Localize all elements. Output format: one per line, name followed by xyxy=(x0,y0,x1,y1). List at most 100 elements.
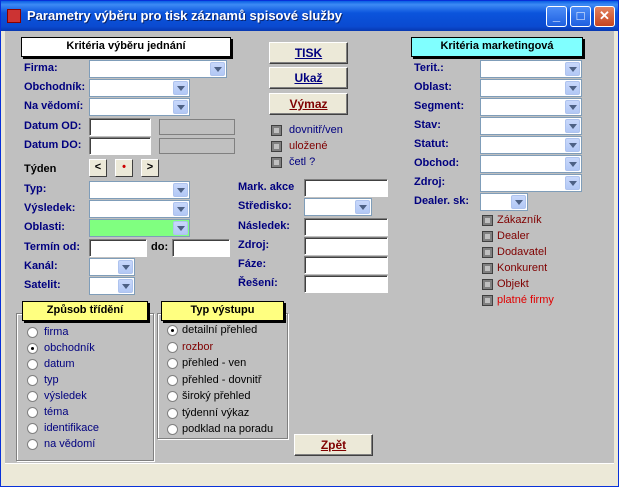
chevron-down-icon[interactable] xyxy=(118,279,133,293)
stredisko-combo[interactable] xyxy=(304,198,372,216)
zpet-button[interactable]: Zpět xyxy=(294,434,373,456)
marketing-checkbox[interactable] xyxy=(482,215,493,226)
marketing-combo[interactable] xyxy=(480,193,528,211)
maximize-button[interactable]: □ xyxy=(570,6,591,27)
obchodnik-label: Obchodník: xyxy=(24,81,86,93)
output-radio[interactable] xyxy=(167,358,178,369)
faze-label: Fáze: xyxy=(238,258,267,270)
marketing-combo[interactable] xyxy=(480,98,582,116)
chevron-down-icon[interactable] xyxy=(173,100,188,114)
close-button[interactable]: ✕ xyxy=(594,6,615,27)
sort-option-label: datum xyxy=(44,358,75,370)
datum-do-input[interactable] xyxy=(89,137,151,155)
output-radio[interactable] xyxy=(167,391,178,402)
zdroj-input[interactable] xyxy=(304,237,388,255)
oblasti-combo[interactable] xyxy=(89,219,190,237)
middle-checkbox-label: dovnitř/ven xyxy=(289,124,343,136)
tyden-label: Týden xyxy=(24,163,57,175)
chevron-down-icon[interactable] xyxy=(118,260,133,274)
chevron-down-icon[interactable] xyxy=(511,195,526,209)
marketing-combo[interactable] xyxy=(480,174,582,192)
vysledek-combo[interactable] xyxy=(89,200,190,218)
datum-od-display xyxy=(159,119,235,135)
sort-radio[interactable] xyxy=(27,343,38,354)
marketing-checkbox[interactable] xyxy=(482,295,493,306)
output-radio[interactable] xyxy=(167,374,178,386)
chevron-down-icon[interactable] xyxy=(565,138,580,152)
chevron-down-icon[interactable] xyxy=(565,100,580,114)
marketing-combo[interactable] xyxy=(480,136,582,154)
marketing-checkbox[interactable] xyxy=(482,231,493,242)
na-vedomi-label: Na vědomí: xyxy=(24,100,84,112)
output-radio[interactable] xyxy=(167,424,178,435)
termin-do-input[interactable] xyxy=(172,239,230,257)
output-radio[interactable] xyxy=(167,325,178,336)
chevron-down-icon[interactable] xyxy=(565,157,580,171)
marketing-checkbox-label: Konkurent xyxy=(497,262,548,274)
termin-od-input[interactable] xyxy=(89,239,147,257)
chevron-down-icon[interactable] xyxy=(565,62,580,76)
form-area: Kritéria výběru jednání Firma: Obchodník… xyxy=(5,31,614,483)
reseni-input[interactable] xyxy=(304,275,388,293)
marketing-checkbox-label: Objekt xyxy=(497,278,529,290)
typ-label: Typ: xyxy=(24,183,47,195)
na-vedomi-combo[interactable] xyxy=(89,98,190,116)
obchodnik-combo[interactable] xyxy=(89,79,190,97)
current-week-button[interactable]: • xyxy=(115,159,133,177)
sort-option-label: na vědomí xyxy=(44,438,96,450)
firma-label: Firma: xyxy=(24,62,58,74)
output-header: Typ výstupu xyxy=(161,301,284,321)
output-option-label: široký přehled xyxy=(182,390,251,402)
datum-od-input[interactable] xyxy=(89,118,151,136)
marketing-combo[interactable] xyxy=(480,117,582,135)
faze-input[interactable] xyxy=(304,256,388,274)
app-icon[interactable] xyxy=(7,9,21,23)
nasledek-input[interactable] xyxy=(304,218,388,236)
middle-checkbox[interactable] xyxy=(271,141,282,152)
sort-radio[interactable] xyxy=(27,359,38,370)
chevron-down-icon[interactable] xyxy=(565,119,580,133)
marketing-checkbox[interactable] xyxy=(482,279,493,290)
kanal-combo[interactable] xyxy=(89,258,135,276)
ukaz-button[interactable]: Ukaž xyxy=(269,67,348,89)
next-week-button[interactable]: > xyxy=(141,159,159,177)
vymaz-button[interactable]: Výmaz xyxy=(269,93,348,115)
middle-checkbox[interactable] xyxy=(271,125,282,136)
marketing-combo[interactable] xyxy=(480,155,582,173)
sort-radio[interactable] xyxy=(27,327,38,338)
marketing-label: Zdroj: xyxy=(414,176,446,188)
minimize-button[interactable]: _ xyxy=(546,6,567,27)
output-option-label: detailní přehled xyxy=(182,324,258,336)
window-title: Parametry výběru pro tisk záznamů spisov… xyxy=(27,8,343,23)
sort-radio[interactable] xyxy=(27,391,38,402)
previous-week-button[interactable]: < xyxy=(89,159,107,177)
firma-combo[interactable] xyxy=(89,60,227,78)
mark-akce-input[interactable] xyxy=(304,179,388,197)
sort-option-label: identifikace xyxy=(44,422,100,434)
sort-radio[interactable] xyxy=(27,407,38,418)
chevron-down-icon[interactable] xyxy=(355,200,370,214)
sort-radio[interactable] xyxy=(27,439,38,450)
oblasti-label: Oblasti: xyxy=(24,221,65,233)
chevron-down-icon[interactable] xyxy=(173,183,188,197)
nasledek-label: Následek: xyxy=(238,220,290,232)
marketing-checkbox[interactable] xyxy=(482,247,493,258)
chevron-down-icon[interactable] xyxy=(173,221,188,235)
marketing-combo[interactable] xyxy=(480,60,582,78)
chevron-down-icon[interactable] xyxy=(173,202,188,216)
marketing-combo[interactable] xyxy=(480,79,582,97)
sort-radio[interactable] xyxy=(27,375,38,386)
chevron-down-icon[interactable] xyxy=(565,81,580,95)
tisk-button[interactable]: TISK xyxy=(269,42,348,64)
marketing-checkbox[interactable] xyxy=(482,263,493,274)
sort-radio[interactable] xyxy=(27,423,38,434)
chevron-down-icon[interactable] xyxy=(173,81,188,95)
chevron-down-icon[interactable] xyxy=(210,62,225,76)
middle-checkbox[interactable] xyxy=(271,157,282,168)
chevron-down-icon[interactable] xyxy=(565,176,580,190)
typ-combo[interactable] xyxy=(89,181,190,199)
output-radio[interactable] xyxy=(167,341,178,353)
satelit-combo[interactable] xyxy=(89,277,135,295)
output-radio[interactable] xyxy=(167,407,178,419)
title-bar[interactable]: Parametry výběru pro tisk záznamů spisov… xyxy=(1,1,618,31)
